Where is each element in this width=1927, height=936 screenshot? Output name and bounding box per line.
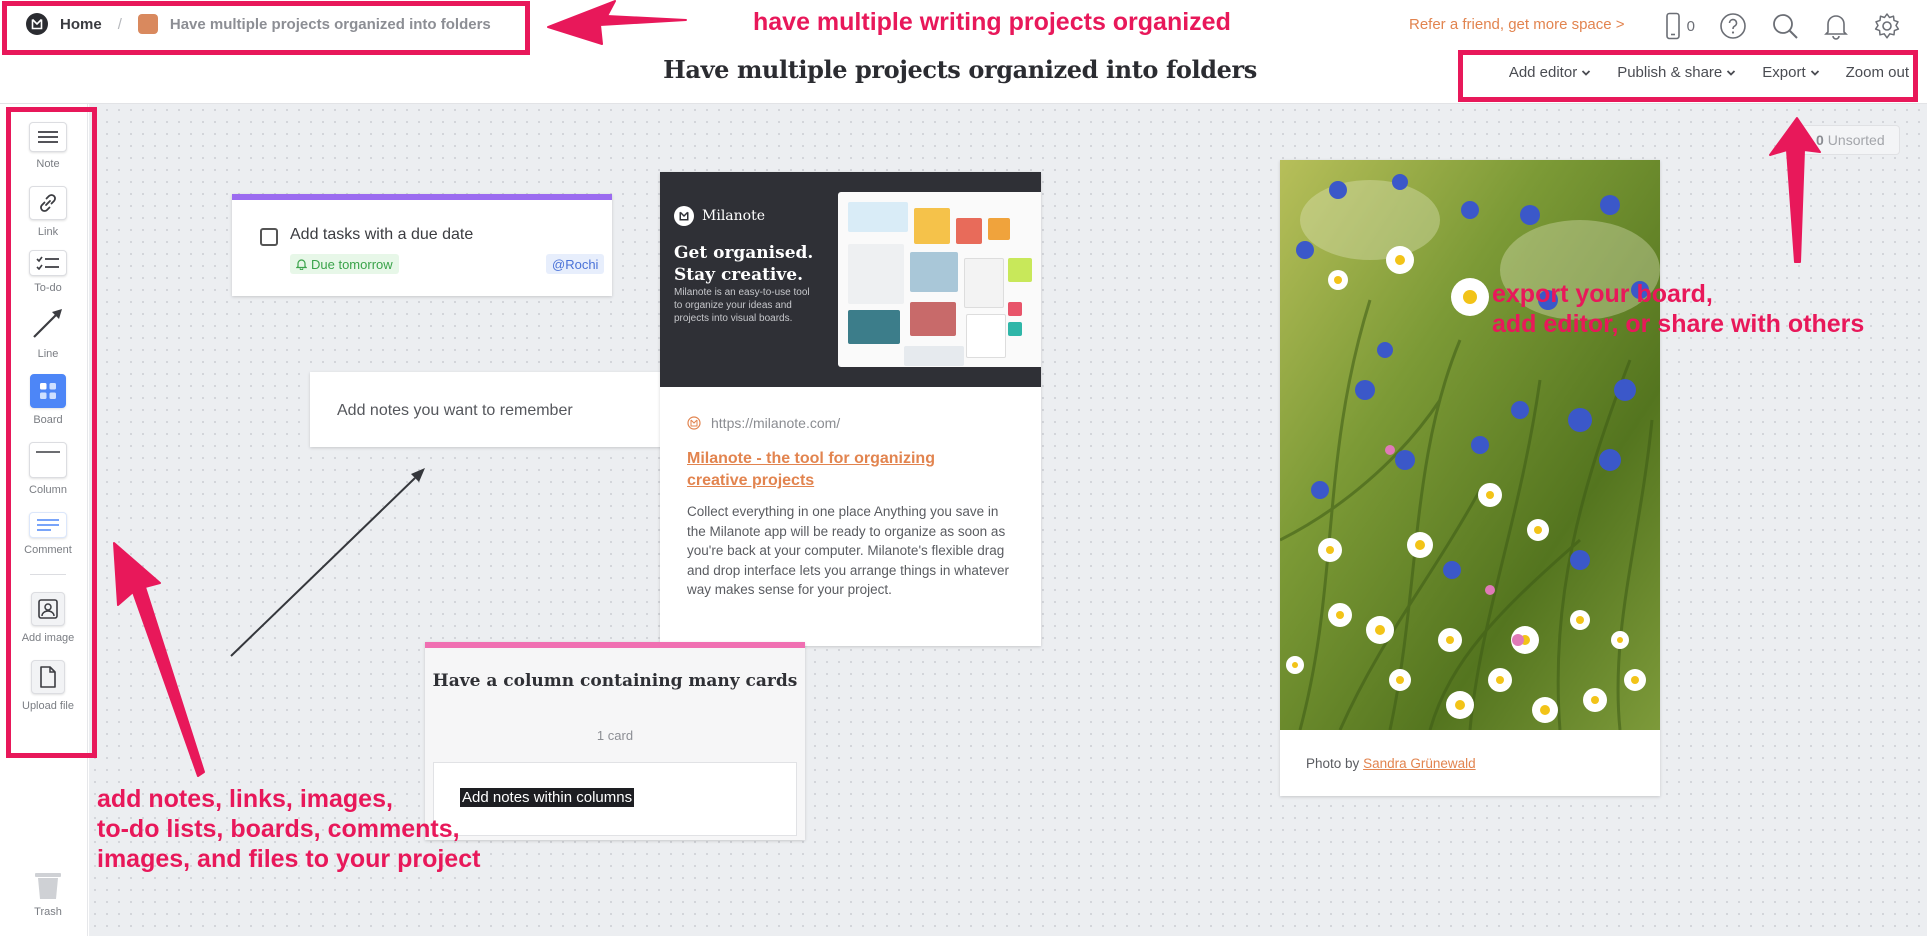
photo-credit: Photo by Sandra Grünewald: [1306, 756, 1476, 771]
hero-heading: Get organised. Stay creative.: [674, 243, 814, 285]
highlight-breadcrumb: [2, 1, 530, 55]
link-description: Collect everything in one place Anything…: [687, 504, 1009, 597]
device-button[interactable]: 0: [1665, 12, 1695, 40]
column-note-text[interactable]: Add notes within columns: [460, 788, 635, 807]
annotation-right-line2: add editor, or share with others: [1492, 310, 1865, 338]
unsorted-label: Unsorted: [1827, 132, 1885, 148]
link-preview-image: Milanote Get organised. Stay creative. M…: [660, 172, 1041, 387]
highlight-board-menu: [1458, 50, 1918, 102]
wildflower-photo[interactable]: [1280, 160, 1660, 730]
unsorted-count: 0: [1816, 132, 1824, 148]
device-count: 0: [1686, 17, 1695, 35]
hero-brand-name: Milanote: [702, 208, 765, 224]
trash-icon: [35, 873, 61, 899]
unsorted-button[interactable]: 0 Unsorted: [1801, 125, 1900, 155]
canvas-line-connector[interactable]: [89, 104, 689, 704]
trash-label: Trash: [34, 906, 62, 918]
photo-credit-link[interactable]: Sandra Grünewald: [1363, 756, 1476, 771]
page-title[interactable]: Have multiple projects organized into fo…: [560, 55, 1360, 84]
annotation-bottom-line3: images, and files to your project: [97, 845, 481, 873]
annotation-top: have multiple writing projects organized: [753, 8, 1231, 36]
settings-gear-icon[interactable]: [1873, 12, 1901, 40]
search-icon[interactable]: [1771, 12, 1799, 40]
link-url[interactable]: https://milanote.com/: [687, 415, 840, 431]
link-card[interactable]: Milanote Get organised. Stay creative. M…: [660, 172, 1041, 646]
milanote-favicon-icon: [687, 416, 701, 430]
link-url-text: https://milanote.com/: [711, 415, 841, 431]
phone-icon: [1665, 12, 1680, 40]
hero-subtext: Milanote is an easy-to-use tool to organ…: [674, 287, 810, 324]
trash[interactable]: Trash: [8, 870, 88, 918]
image-card[interactable]: Photo by Sandra Grünewald: [1280, 160, 1660, 796]
annotation-bottom-line1: add notes, links, images,: [97, 785, 393, 813]
link-title[interactable]: Milanote - the tool for organizing creat…: [687, 448, 987, 492]
help-icon[interactable]: [1719, 12, 1747, 40]
app-screenshot: [838, 192, 1041, 367]
highlight-tool-sidebar: [6, 107, 97, 758]
annotation-right-line1: export your board,: [1492, 280, 1713, 308]
photo-credit-prefix: Photo by: [1306, 756, 1360, 771]
bell-icon[interactable]: [1823, 12, 1849, 40]
top-icons: 0: [1665, 12, 1901, 40]
column-card-count: 1 card: [596, 728, 634, 743]
refer-friend-link[interactable]: Refer a friend, get more space >: [1409, 16, 1625, 33]
column-note-card[interactable]: Add notes within columns: [433, 762, 797, 836]
annotation-bottom-line2: to-do lists, boards, comments,: [97, 815, 460, 843]
